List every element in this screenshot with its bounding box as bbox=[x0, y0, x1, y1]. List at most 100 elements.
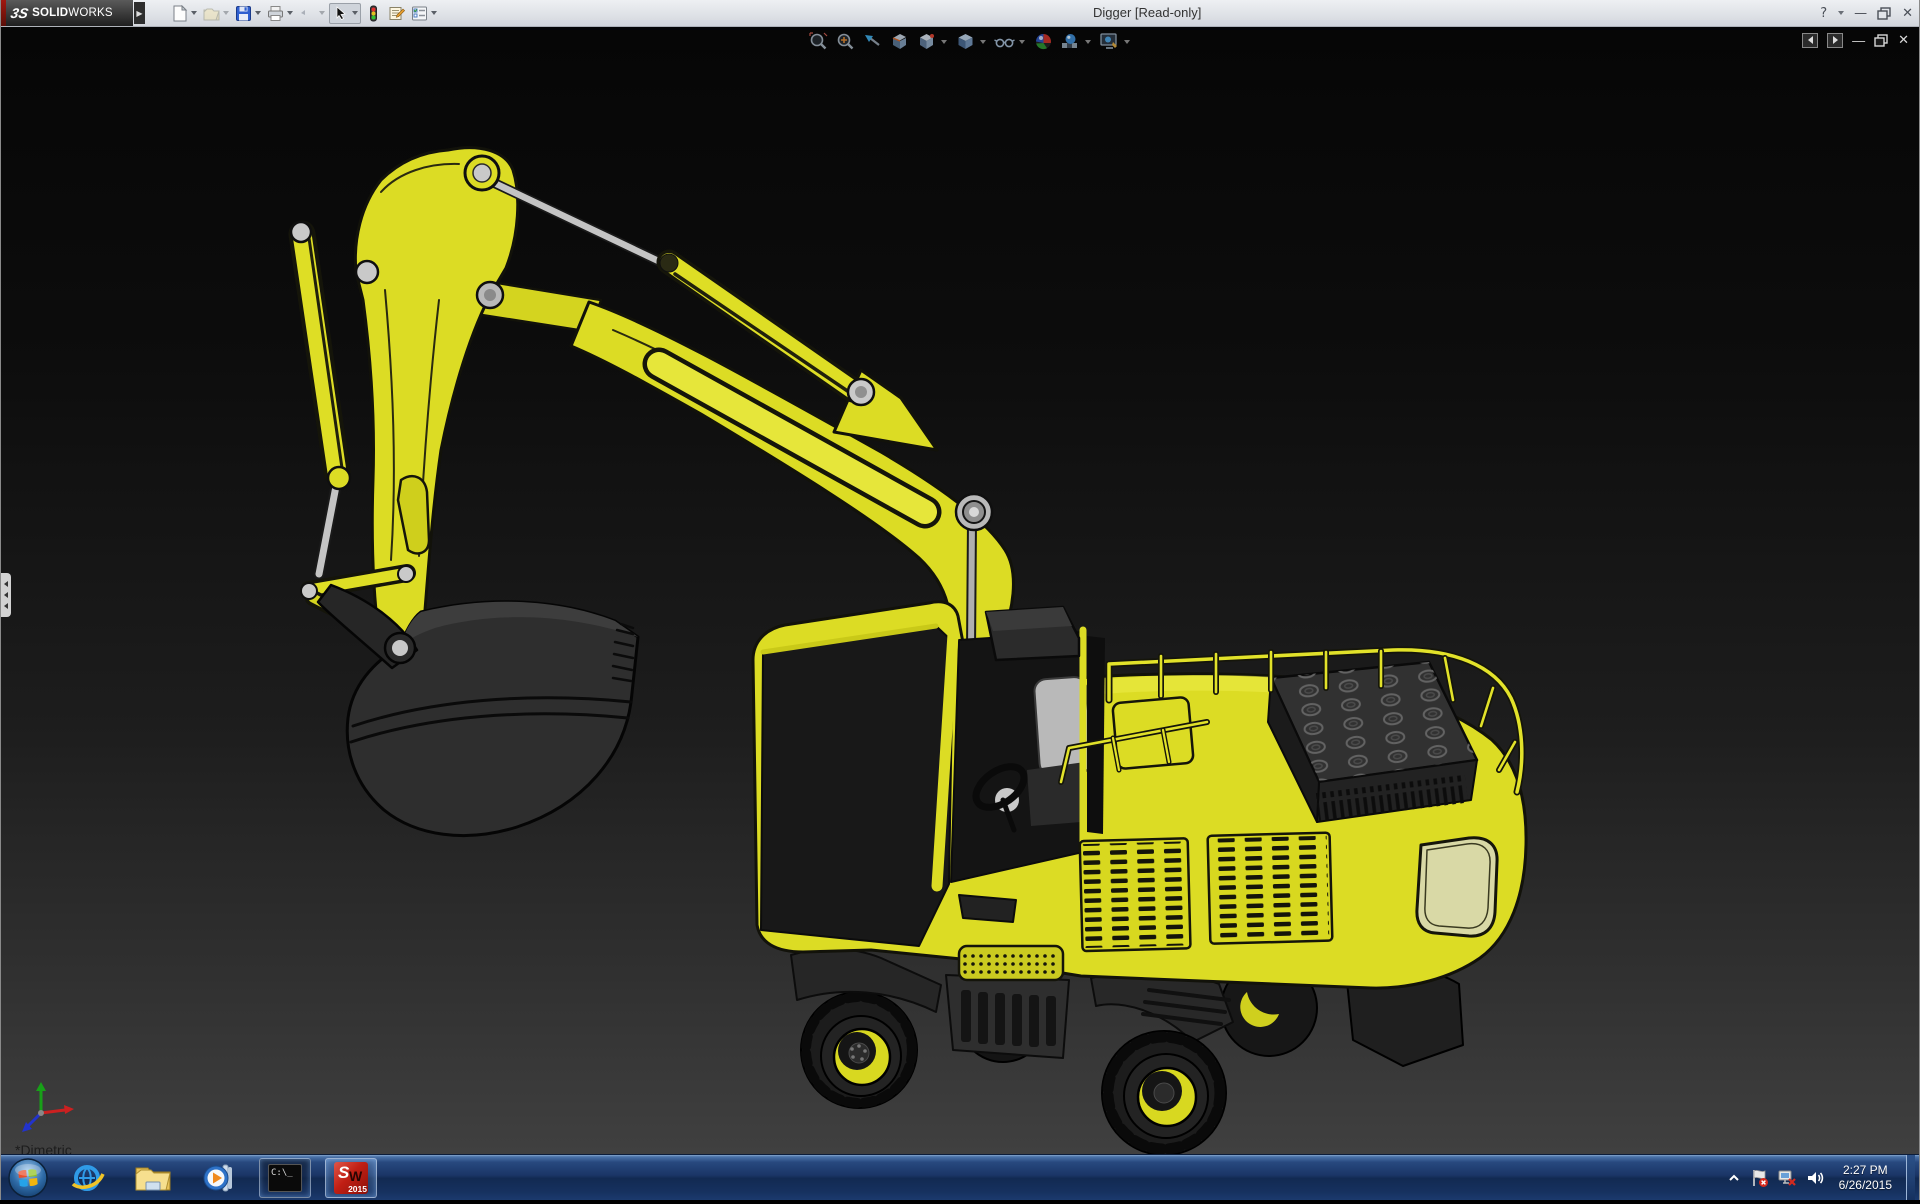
taskbar-apps: C:\_ S W 2015 bbox=[61, 1158, 377, 1198]
headsup-view-toolbar bbox=[807, 30, 1133, 53]
view-settings-dropdown[interactable] bbox=[1124, 40, 1130, 44]
clock-time: 2:27 PM bbox=[1839, 1163, 1892, 1178]
command-prompt-icon: C:\_ bbox=[268, 1164, 302, 1192]
folder-icon bbox=[134, 1162, 172, 1194]
doc-close-button[interactable]: ✕ bbox=[1898, 32, 1909, 48]
save-button[interactable] bbox=[233, 4, 263, 23]
previous-view-icon bbox=[862, 31, 883, 52]
show-desktop-button[interactable] bbox=[1906, 1155, 1915, 1200]
open-dropdown[interactable] bbox=[223, 11, 229, 15]
print-button[interactable] bbox=[265, 4, 295, 23]
zoom-to-fit-icon bbox=[808, 31, 829, 52]
feature-tree-collapse-tab[interactable] bbox=[1, 573, 11, 617]
doc-restore-button[interactable] bbox=[1874, 34, 1889, 47]
new-button[interactable] bbox=[169, 4, 199, 23]
select-button[interactable] bbox=[329, 3, 361, 24]
undo-button[interactable] bbox=[297, 4, 327, 23]
menu-expand-arrow[interactable]: ▶ bbox=[134, 2, 145, 24]
save-dropdown[interactable] bbox=[255, 11, 261, 15]
graphics-area[interactable]: — ✕ *Dimetric bbox=[1, 26, 1919, 1155]
document-window-controls: — ✕ bbox=[1802, 32, 1909, 48]
print-dropdown[interactable] bbox=[287, 11, 293, 15]
edit-appearance-button[interactable] bbox=[1032, 30, 1055, 53]
section-view-icon bbox=[889, 31, 910, 52]
display-style-icon bbox=[955, 31, 976, 52]
help-dropdown[interactable] bbox=[1838, 11, 1844, 15]
doc-minimize-button[interactable]: — bbox=[1852, 33, 1865, 48]
select-dropdown[interactable] bbox=[352, 11, 358, 15]
options-button[interactable] bbox=[409, 4, 439, 23]
rebuild-button[interactable] bbox=[363, 4, 384, 23]
internet-explorer-icon bbox=[69, 1160, 105, 1196]
close-button[interactable]: ✕ bbox=[1902, 6, 1913, 21]
collapse-right-pane-button[interactable] bbox=[1827, 33, 1843, 48]
volume-icon[interactable] bbox=[1805, 1168, 1825, 1188]
print-icon bbox=[267, 5, 284, 22]
apply-scene-icon bbox=[1060, 31, 1081, 52]
open-button[interactable] bbox=[201, 4, 231, 23]
help-button[interactable]: ? bbox=[1820, 6, 1827, 21]
restore-button[interactable] bbox=[1877, 7, 1892, 20]
hide-show-dropdown[interactable] bbox=[1019, 40, 1025, 44]
rebuild-traffic-light-icon bbox=[365, 5, 382, 22]
taskbar-clock[interactable]: 2:27 PM 6/26/2015 bbox=[1839, 1163, 1892, 1193]
hide-show-items-button[interactable] bbox=[993, 30, 1028, 53]
solidworks-mark: 3S bbox=[9, 5, 30, 21]
minimize-button[interactable]: — bbox=[1854, 6, 1867, 21]
solidworks-2015-icon: S W 2015 bbox=[334, 1162, 368, 1194]
command-prompt-button[interactable]: C:\_ bbox=[259, 1158, 311, 1198]
collapse-arrow-icon bbox=[4, 592, 8, 598]
save-floppy-icon bbox=[235, 5, 252, 22]
digger-model bbox=[1, 0, 1920, 1200]
display-style-button[interactable] bbox=[954, 30, 989, 53]
solidworks-2015-button[interactable]: S W 2015 bbox=[325, 1158, 377, 1198]
solidworks-logo: 3S SOLIDWORKS bbox=[1, 0, 133, 26]
zoom-to-area-button[interactable] bbox=[834, 30, 857, 53]
view-settings-button[interactable] bbox=[1098, 30, 1133, 53]
reference-triad bbox=[22, 1082, 74, 1132]
view-orientation-button[interactable] bbox=[915, 30, 950, 53]
solidworks-window: 3S SOLIDWORKS ▶ bbox=[0, 0, 1920, 1200]
collapse-arrow-icon bbox=[4, 603, 8, 609]
file-properties-button[interactable] bbox=[386, 4, 407, 23]
windows-explorer-button[interactable] bbox=[127, 1158, 179, 1198]
hide-show-items-icon bbox=[994, 31, 1015, 52]
section-view-button[interactable] bbox=[888, 30, 911, 53]
options-dropdown[interactable] bbox=[431, 11, 437, 15]
display-style-dropdown[interactable] bbox=[980, 40, 986, 44]
windows-taskbar: C:\_ S W 2015 bbox=[1, 1154, 1919, 1200]
new-document-icon bbox=[171, 5, 188, 22]
triangle-right-icon bbox=[1833, 36, 1838, 44]
zoom-to-fit-button[interactable] bbox=[807, 30, 830, 53]
action-center-icon[interactable] bbox=[1749, 1168, 1769, 1188]
internet-explorer-button[interactable] bbox=[61, 1158, 113, 1198]
logo-red-stripe bbox=[1, 0, 6, 26]
undo-icon bbox=[299, 5, 316, 22]
apply-scene-dropdown[interactable] bbox=[1085, 40, 1091, 44]
options-icon bbox=[411, 5, 428, 22]
windows-start-icon bbox=[7, 1157, 49, 1199]
previous-view-button[interactable] bbox=[861, 30, 884, 53]
standard-toolbar bbox=[169, 3, 439, 24]
media-player-button[interactable] bbox=[193, 1158, 245, 1198]
undo-dropdown[interactable] bbox=[319, 11, 325, 15]
solidworks-wordmark: SOLIDWORKS bbox=[32, 7, 113, 19]
titlebar: 3S SOLIDWORKS ▶ bbox=[1, 0, 1919, 27]
apply-scene-button[interactable] bbox=[1059, 30, 1094, 53]
new-dropdown[interactable] bbox=[191, 11, 197, 15]
collapse-left-pane-button[interactable] bbox=[1802, 33, 1818, 48]
network-status-icon[interactable] bbox=[1777, 1168, 1797, 1188]
show-hidden-icons-button[interactable] bbox=[1727, 1171, 1741, 1185]
file-properties-icon bbox=[388, 5, 405, 22]
system-tray: 2:27 PM 6/26/2015 bbox=[1727, 1155, 1915, 1200]
window-controls: ? — ✕ bbox=[1820, 0, 1913, 26]
view-orientation-dropdown[interactable] bbox=[941, 40, 947, 44]
rear-wheel bbox=[1102, 1031, 1226, 1155]
collapse-arrow-icon bbox=[4, 581, 8, 587]
zoom-to-area-icon bbox=[835, 31, 856, 52]
start-button[interactable] bbox=[7, 1157, 49, 1199]
clock-date: 6/26/2015 bbox=[1839, 1178, 1892, 1193]
media-player-icon bbox=[201, 1161, 237, 1195]
select-cursor-icon bbox=[332, 5, 349, 22]
open-folder-icon bbox=[203, 5, 220, 22]
